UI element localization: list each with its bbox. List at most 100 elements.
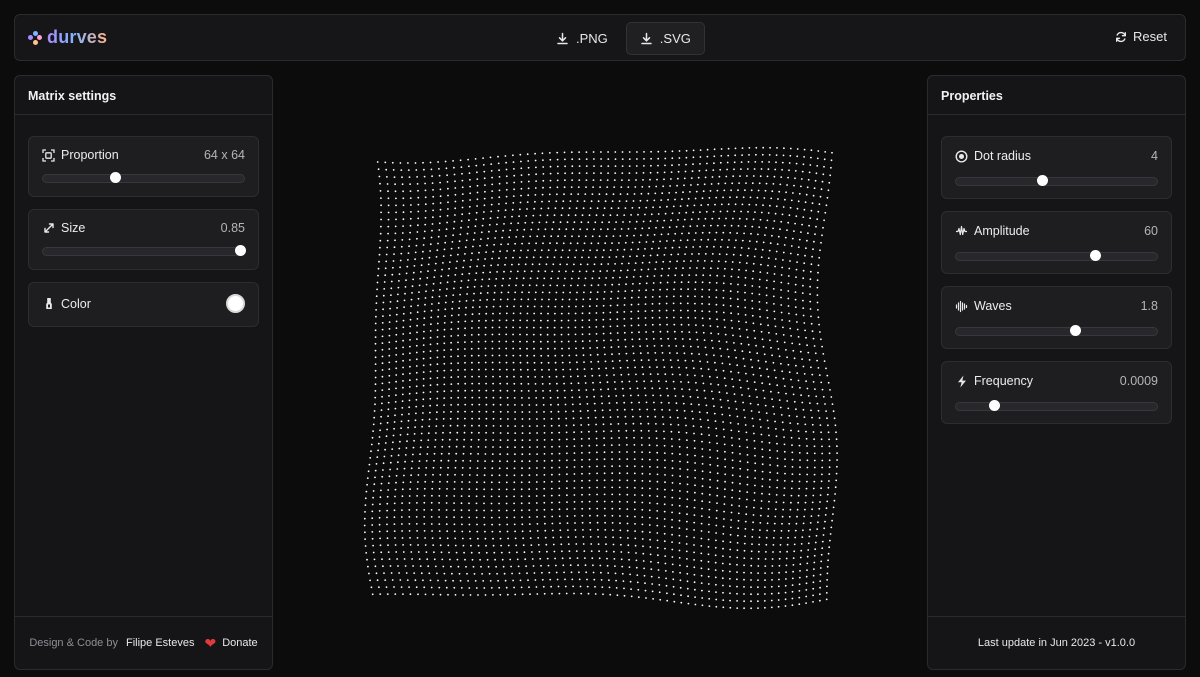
- frequency-slider[interactable]: [955, 400, 1158, 411]
- matrix-dot: [738, 490, 741, 493]
- matrix-dot: [829, 539, 831, 542]
- reset-button[interactable]: Reset: [1114, 29, 1167, 44]
- matrix-dot: [641, 465, 644, 468]
- matrix-dot: [745, 431, 748, 434]
- matrix-dot: [764, 189, 767, 192]
- matrix-dot: [483, 481, 486, 484]
- matrix-dot: [701, 477, 704, 480]
- matrix-dot: [750, 410, 753, 412]
- matrix-dot: [498, 368, 501, 371]
- matrix-dot: [435, 432, 437, 434]
- matrix-dot: [773, 280, 775, 283]
- matrix-dot: [776, 472, 779, 474]
- slider-thumb[interactable]: [234, 245, 246, 256]
- matrix-dot: [609, 318, 612, 321]
- matrix-dot: [497, 162, 500, 165]
- matrix-dot: [622, 580, 625, 582]
- matrix-dot: [365, 552, 368, 554]
- matrix-dot: [381, 558, 383, 561]
- matrix-dot: [371, 436, 374, 439]
- matrix-dot: [786, 229, 788, 231]
- matrix-dot: [409, 332, 411, 335]
- matrix-dot: [753, 447, 756, 450]
- matrix-dot: [470, 445, 472, 448]
- matrix-dot: [691, 253, 693, 255]
- matrix-dot: [604, 200, 607, 203]
- matrix-dot: [457, 355, 459, 358]
- matrix-dot: [642, 254, 645, 257]
- donate-link[interactable]: Donate: [222, 637, 257, 649]
- matrix-dot: [472, 245, 474, 248]
- matrix-dot: [804, 254, 806, 257]
- dot-radius-slider[interactable]: [955, 175, 1158, 186]
- color-swatch[interactable]: [226, 294, 245, 313]
- matrix-dot: [727, 399, 729, 402]
- matrix-dot: [374, 363, 377, 365]
- credit-prefix: Design & Code by: [29, 637, 118, 649]
- matrix-dot: [492, 410, 495, 413]
- matrix-dot: [631, 338, 634, 341]
- matrix-dot: [411, 460, 414, 463]
- matrix-dot: [826, 374, 829, 377]
- author-link[interactable]: Filipe Esteves: [126, 637, 194, 649]
- matrix-dot: [634, 186, 637, 188]
- export-png-button[interactable]: .PNG: [542, 22, 622, 55]
- matrix-dot: [519, 361, 522, 364]
- matrix-dot: [610, 207, 613, 210]
- matrix-dot: [603, 339, 605, 342]
- matrix-dot: [558, 473, 561, 476]
- matrix-dot: [686, 204, 689, 207]
- matrix-dot: [707, 419, 709, 422]
- matrix-dot: [687, 602, 690, 605]
- matrix-dot: [819, 567, 822, 569]
- matrix-dot: [804, 329, 806, 332]
- matrix-dot: [635, 552, 637, 554]
- slider-thumb[interactable]: [1089, 250, 1101, 261]
- matrix-dot: [604, 521, 606, 524]
- matrix-dot: [498, 516, 501, 519]
- matrix-dot: [499, 453, 501, 456]
- matrix-dot: [700, 567, 703, 570]
- slider-thumb[interactable]: [1069, 325, 1081, 336]
- export-svg-button[interactable]: .SVG: [625, 22, 705, 55]
- matrix-dot: [705, 210, 708, 213]
- matrix-dot: [774, 258, 777, 260]
- matrix-dot: [743, 542, 746, 545]
- matrix-dot: [607, 151, 609, 153]
- matrix-dot: [597, 528, 599, 531]
- slider-thumb[interactable]: [1037, 175, 1049, 186]
- matrix-dot: [774, 508, 777, 511]
- matrix-dot: [712, 169, 715, 171]
- matrix-dot: [825, 598, 828, 601]
- matrix-dot: [590, 550, 593, 552]
- matrix-dot: [414, 162, 417, 164]
- matrix-dot: [747, 161, 750, 163]
- matrix-dot: [662, 359, 665, 361]
- logo[interactable]: durves: [28, 27, 107, 48]
- matrix-dot: [812, 601, 814, 603]
- matrix-dot: [506, 446, 509, 449]
- matrix-dot: [388, 374, 391, 377]
- matrix-dot: [765, 287, 768, 289]
- matrix-dot: [430, 523, 433, 525]
- amplitude-slider[interactable]: [955, 250, 1158, 261]
- matrix-dot: [811, 508, 813, 511]
- matrix-dot: [722, 428, 725, 431]
- matrix-dot: [724, 488, 726, 491]
- proportion-slider[interactable]: [42, 172, 245, 183]
- matrix-dot: [525, 215, 528, 217]
- matrix-dot: [678, 504, 681, 507]
- matrix-dot: [394, 537, 396, 539]
- matrix-dot: [773, 413, 776, 415]
- slider-thumb[interactable]: [110, 172, 122, 183]
- matrix-dot: [477, 347, 480, 350]
- size-slider[interactable]: [42, 245, 246, 256]
- matrix-dot: [657, 561, 660, 564]
- matrix-dot: [636, 574, 639, 576]
- matrix-dot: [768, 249, 771, 252]
- slider-thumb[interactable]: [989, 400, 1001, 411]
- matrix-dot: [773, 303, 775, 305]
- matrix-dot: [575, 354, 578, 357]
- waves-slider[interactable]: [955, 325, 1158, 336]
- matrix-dot: [751, 285, 754, 287]
